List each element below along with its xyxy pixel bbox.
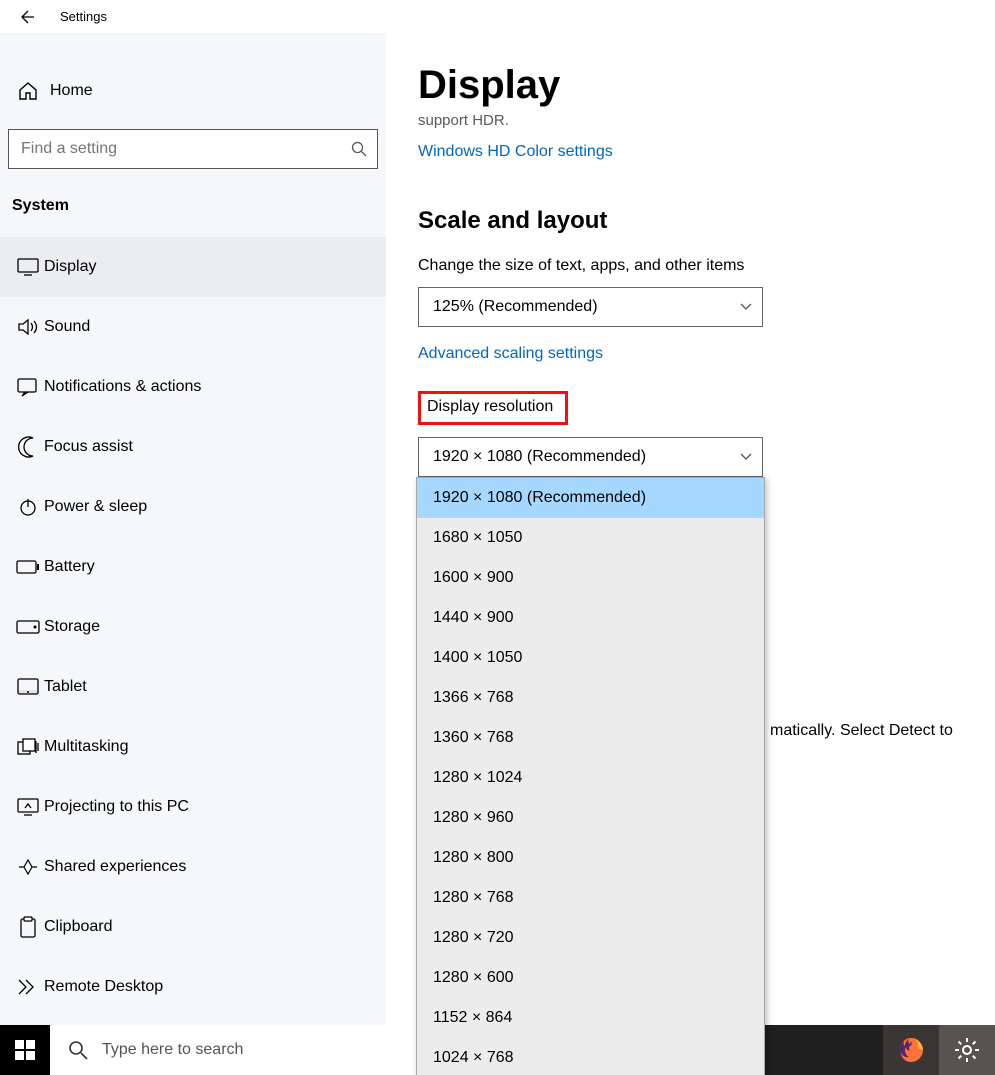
scale-layout-heading: Scale and layout: [418, 207, 995, 235]
back-button[interactable]: [10, 9, 42, 25]
sidebar-item-label: Shared experiences: [44, 858, 186, 876]
resolution-label: Display resolution: [418, 391, 568, 425]
sidebar-item-remote-desktop[interactable]: Remote Desktop: [0, 957, 386, 1017]
sidebar-item-label: Clipboard: [44, 918, 112, 936]
search-input-wrapper[interactable]: [8, 129, 378, 169]
resolution-option[interactable]: 1400 × 1050: [417, 638, 764, 678]
gear-icon: [954, 1037, 980, 1063]
chevron-down-icon: [740, 450, 752, 464]
advanced-scaling-link[interactable]: Advanced scaling settings: [418, 345, 603, 363]
resolution-option[interactable]: 1360 × 768: [417, 718, 764, 758]
chevron-down-icon: [740, 300, 752, 314]
resolution-option[interactable]: 1280 × 600: [417, 958, 764, 998]
hdr-settings-link[interactable]: Windows HD Color settings: [418, 143, 613, 161]
window-title: Settings: [60, 9, 107, 24]
taskbar-search-placeholder: Type here to search: [102, 1041, 243, 1059]
sidebar-item-label: Power & sleep: [44, 498, 147, 516]
scale-dropdown[interactable]: 125% (Recommended): [418, 287, 763, 327]
tablet-icon: [12, 676, 44, 698]
search-input[interactable]: [21, 140, 351, 158]
sidebar-item-label: Home: [50, 82, 93, 100]
resolution-option[interactable]: 1280 × 960: [417, 798, 764, 838]
resolution-option[interactable]: 1366 × 768: [417, 678, 764, 718]
sidebar-item-projecting[interactable]: Projecting to this PC: [0, 777, 386, 837]
sidebar-item-multitasking[interactable]: Multitasking: [0, 717, 386, 777]
sidebar-item-storage[interactable]: Storage: [0, 597, 386, 657]
sidebar-item-label: Remote Desktop: [44, 978, 163, 996]
firefox-icon: [897, 1036, 925, 1064]
resolution-option[interactable]: 1280 × 720: [417, 918, 764, 958]
sidebar-item-label: Battery: [44, 558, 95, 576]
sidebar: Home System Display Sound: [0, 33, 386, 1075]
focus-assist-icon: [12, 436, 44, 458]
taskbar-app-firefox[interactable]: [883, 1025, 939, 1075]
resolution-dropdown[interactable]: 1920 × 1080 (Recommended): [418, 437, 763, 477]
hdr-subtext: support HDR.: [418, 112, 995, 129]
resolution-option[interactable]: 1280 × 768: [417, 878, 764, 918]
search-icon: [68, 1040, 88, 1060]
sidebar-item-notifications[interactable]: Notifications & actions: [0, 357, 386, 417]
multitasking-icon: [12, 736, 44, 758]
sidebar-item-label: Notifications & actions: [44, 378, 201, 396]
sidebar-item-label: Display: [44, 258, 96, 276]
resolution-option[interactable]: 1152 × 864: [417, 998, 764, 1038]
sidebar-item-focus-assist[interactable]: Focus assist: [0, 417, 386, 477]
sidebar-item-label: Sound: [44, 318, 90, 336]
resolution-option[interactable]: 1440 × 900: [417, 598, 764, 638]
sidebar-section-title: System: [0, 189, 386, 237]
resolution-option[interactable]: 1280 × 1024: [417, 758, 764, 798]
windows-logo-icon: [15, 1040, 35, 1060]
sidebar-item-label: Multitasking: [44, 738, 128, 756]
sidebar-item-display[interactable]: Display: [0, 237, 386, 297]
resolution-dropdown-list[interactable]: 1920 × 1080 (Recommended) 1680 × 1050 16…: [416, 477, 765, 1075]
obscured-text: matically. Select Detect to: [770, 720, 980, 742]
resolution-option[interactable]: 1280 × 800: [417, 838, 764, 878]
resolution-option[interactable]: 1600 × 900: [417, 558, 764, 598]
taskbar-app-settings[interactable]: [939, 1025, 995, 1075]
sidebar-item-clipboard[interactable]: Clipboard: [0, 897, 386, 957]
search-icon: [351, 141, 367, 157]
sidebar-item-battery[interactable]: Battery: [0, 537, 386, 597]
remote-desktop-icon: [12, 976, 44, 998]
scale-dropdown-value: 125% (Recommended): [433, 298, 598, 316]
clipboard-icon: [12, 916, 44, 938]
page-title: Display: [418, 63, 995, 108]
projecting-icon: [12, 796, 44, 818]
sidebar-item-sound[interactable]: Sound: [0, 297, 386, 357]
resolution-option[interactable]: 1680 × 1050: [417, 518, 764, 558]
sound-icon: [12, 316, 44, 338]
sidebar-item-shared-experiences[interactable]: Shared experiences: [0, 837, 386, 897]
back-arrow-icon: [18, 9, 34, 25]
storage-icon: [12, 616, 44, 638]
taskbar-search[interactable]: Type here to search: [50, 1025, 417, 1075]
sidebar-item-power-sleep[interactable]: Power & sleep: [0, 477, 386, 537]
display-icon: [12, 256, 44, 278]
resolution-option[interactable]: 1024 × 768: [417, 1038, 764, 1075]
title-bar: Settings: [0, 0, 995, 33]
start-button[interactable]: [0, 1025, 50, 1075]
power-icon: [12, 496, 44, 518]
sidebar-item-tablet[interactable]: Tablet: [0, 657, 386, 717]
resolution-dropdown-value: 1920 × 1080 (Recommended): [433, 448, 646, 466]
battery-icon: [12, 556, 44, 578]
sidebar-item-home[interactable]: Home: [0, 61, 386, 121]
sidebar-item-label: Focus assist: [44, 438, 133, 456]
sidebar-item-label: Tablet: [44, 678, 87, 696]
shared-experiences-icon: [12, 856, 44, 878]
sidebar-item-label: Projecting to this PC: [44, 798, 189, 816]
notifications-icon: [12, 376, 44, 398]
home-icon: [12, 81, 44, 101]
scale-label: Change the size of text, apps, and other…: [418, 257, 995, 275]
resolution-option[interactable]: 1920 × 1080 (Recommended): [417, 478, 764, 518]
sidebar-item-label: Storage: [44, 618, 100, 636]
